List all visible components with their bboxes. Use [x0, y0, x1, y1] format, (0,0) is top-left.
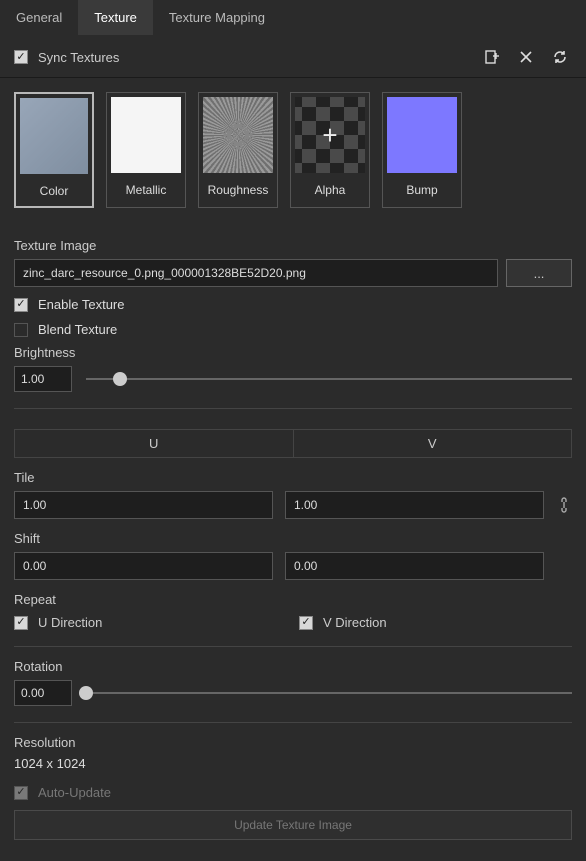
tab-general[interactable]: General [0, 0, 78, 35]
resolution-value: 1024 x 1024 [14, 756, 572, 771]
repeat-v-label: V Direction [323, 615, 387, 630]
rotation-label: Rotation [14, 659, 572, 674]
repeat-label: Repeat [14, 592, 572, 607]
texture-type-list: Color Metallic Roughness + Alpha Bump [0, 78, 586, 222]
tab-bar: General Texture Texture Mapping [0, 0, 586, 35]
v-column-header: V [294, 430, 572, 457]
shift-label: Shift [14, 531, 572, 546]
texture-card-label: Color [16, 178, 92, 206]
plus-icon: + [322, 120, 337, 151]
rotation-input[interactable] [14, 680, 72, 706]
delete-icon[interactable] [514, 45, 538, 69]
tab-mapping[interactable]: Texture Mapping [153, 0, 281, 35]
texture-card-roughness[interactable]: Roughness [198, 92, 278, 208]
brightness-label: Brightness [14, 345, 572, 360]
shift-v-input[interactable] [285, 552, 544, 580]
tab-texture[interactable]: Texture [78, 0, 153, 35]
texture-card-metallic[interactable]: Metallic [106, 92, 186, 208]
link-uv-icon[interactable] [556, 497, 572, 513]
u-column-header: U [15, 430, 294, 457]
auto-update-checkbox [14, 786, 28, 800]
tile-u-input[interactable] [14, 491, 273, 519]
refresh-icon[interactable] [548, 45, 572, 69]
brightness-input[interactable] [14, 366, 72, 392]
sync-textures-label: Sync Textures [38, 50, 119, 65]
alpha-thumb-icon: + [295, 97, 365, 173]
shift-u-input[interactable] [14, 552, 273, 580]
texture-image-label: Texture Image [14, 238, 572, 253]
update-texture-button: Update Texture Image [14, 810, 572, 840]
roughness-thumb-icon [203, 97, 273, 173]
enable-texture-checkbox[interactable] [14, 298, 28, 312]
resolution-label: Resolution [14, 735, 572, 750]
repeat-u-label: U Direction [38, 615, 102, 630]
brightness-slider[interactable] [86, 369, 572, 389]
texture-card-label: Roughness [199, 177, 277, 205]
texture-card-color[interactable]: Color [14, 92, 94, 208]
texture-card-label: Bump [383, 177, 461, 205]
enable-texture-label: Enable Texture [38, 297, 125, 312]
sync-textures-checkbox[interactable] [14, 50, 28, 64]
repeat-u-checkbox[interactable] [14, 616, 28, 630]
uv-header: U V [14, 429, 572, 458]
metallic-thumb-icon [111, 97, 181, 173]
tile-label: Tile [14, 470, 572, 485]
tile-v-input[interactable] [285, 491, 544, 519]
texture-image-field[interactable] [14, 259, 498, 287]
texture-card-label: Metallic [107, 177, 185, 205]
blend-texture-checkbox[interactable] [14, 323, 28, 337]
bump-thumb-icon [387, 97, 457, 173]
texture-card-bump[interactable]: Bump [382, 92, 462, 208]
blend-texture-label: Blend Texture [38, 322, 117, 337]
color-thumb-icon [20, 98, 88, 174]
rotation-slider[interactable] [86, 683, 572, 703]
browse-button[interactable]: ... [506, 259, 572, 287]
auto-update-label: Auto-Update [38, 785, 111, 800]
texture-card-alpha[interactable]: + Alpha [290, 92, 370, 208]
texture-card-label: Alpha [291, 177, 369, 205]
repeat-v-checkbox[interactable] [299, 616, 313, 630]
new-icon[interactable] [480, 45, 504, 69]
